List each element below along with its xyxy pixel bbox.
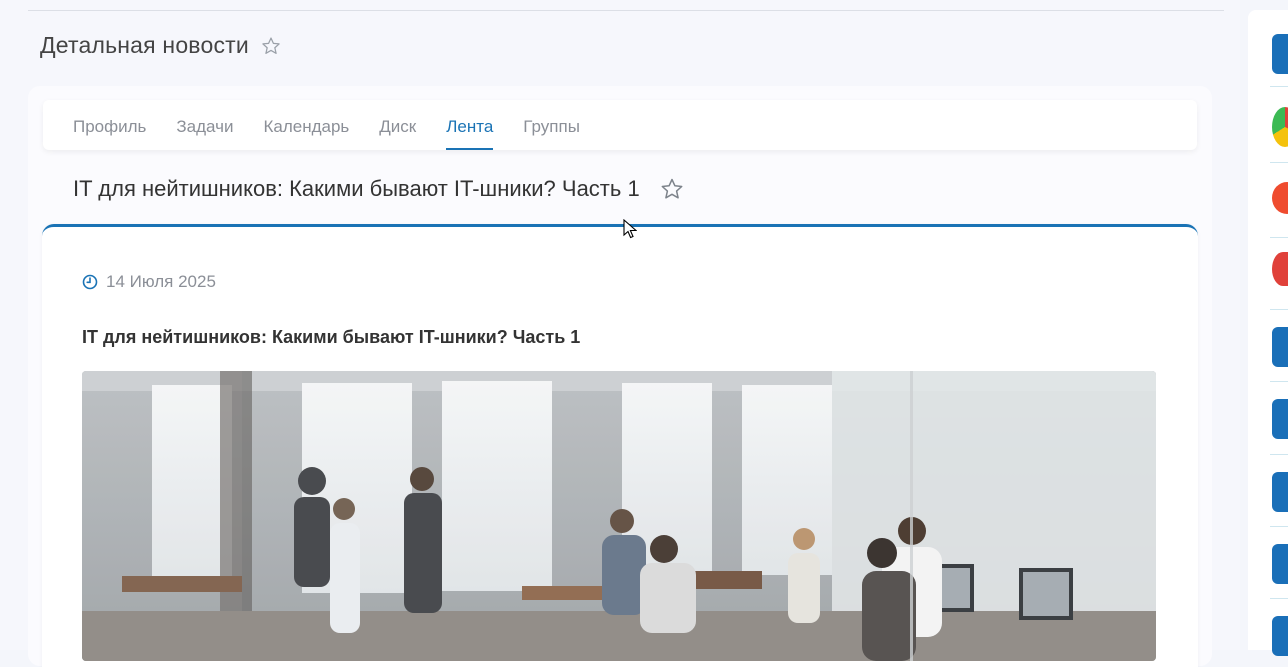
user-badge-icon[interactable] [1272,182,1288,214]
divider [1270,526,1288,527]
page-title: Детальная новости [40,32,281,59]
tab-tasks[interactable]: Задачи [176,100,233,150]
app-tile-icon[interactable] [1272,472,1288,512]
tab-groups[interactable]: Группы [523,100,580,150]
mouse-cursor-icon [623,218,638,244]
news-card: 14 Июля 2025 IT для нейтишников: Какими … [42,224,1198,667]
news-photo [82,371,1156,661]
news-favorite-star-icon[interactable] [660,177,684,201]
right-app-rail [1248,10,1288,656]
divider [1270,237,1288,238]
tab-feed[interactable]: Лента [446,100,494,150]
divider [28,10,1224,11]
news-heading: IT для нейтишников: Какими бывают IT-шни… [73,176,684,202]
favorite-star-icon[interactable] [261,36,281,56]
app-tile-icon[interactable] [1272,399,1288,439]
news-date-text: 14 Июля 2025 [106,272,216,291]
tab-calendar[interactable]: Календарь [263,100,349,150]
app-tile-icon[interactable] [1272,616,1288,656]
clock-icon [82,274,98,290]
article-title: IT для нейтишников: Какими бывают IT-шни… [82,327,581,347]
divider [1270,381,1288,382]
divider [1270,454,1288,455]
app-tile-icon[interactable] [1272,327,1288,367]
news-date: 14 Июля 2025 [82,272,216,292]
divider [1270,598,1288,599]
heart-icon[interactable] [1272,252,1288,286]
app-tile-icon[interactable] [1272,544,1288,584]
chrome-icon[interactable] [1272,107,1288,147]
divider [1270,309,1288,310]
tab-profile[interactable]: Профиль [73,100,146,150]
page-title-text: Детальная новости [40,32,249,58]
news-heading-text: IT для нейтишников: Какими бывают IT-шни… [73,176,640,201]
divider [1270,86,1288,87]
tab-disk[interactable]: Диск [379,100,416,150]
divider [1270,162,1288,163]
main-area: Детальная новости Профиль Задачи Календа… [0,0,1240,667]
app-tile-icon[interactable] [1272,34,1288,74]
profile-tabs: Профиль Задачи Календарь Диск Лента Груп… [43,100,1197,150]
